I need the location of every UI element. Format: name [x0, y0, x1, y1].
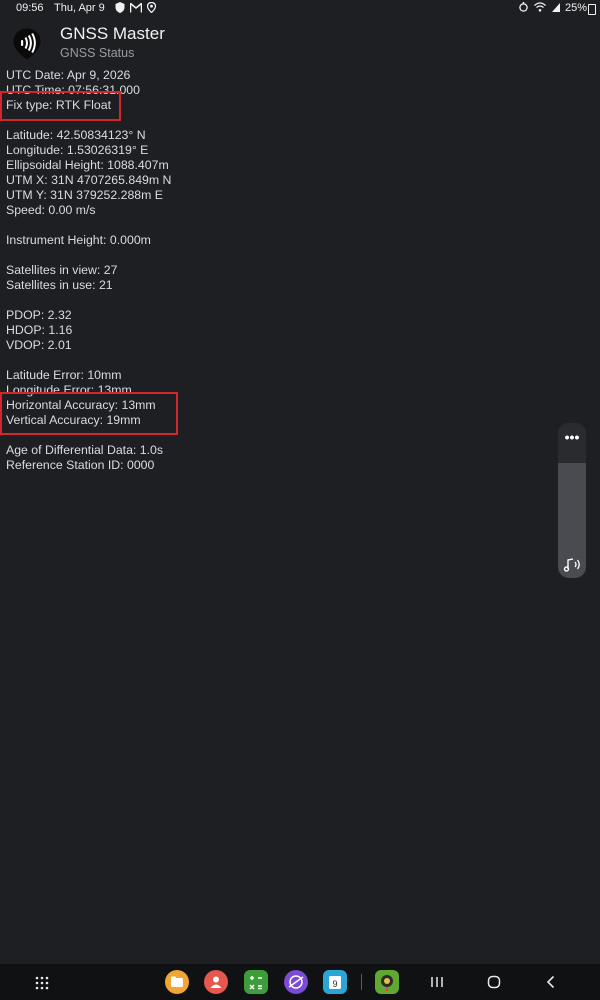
longitude: Longitude: 1.53026319° E	[6, 143, 149, 157]
edge-panel-menu[interactable]: •••	[558, 423, 586, 463]
dock-divider	[361, 974, 362, 990]
contacts-app-icon[interactable]	[204, 970, 228, 994]
edge-panel[interactable]: •••	[558, 423, 586, 578]
home-icon[interactable]	[484, 972, 504, 992]
location-icon	[146, 1, 157, 14]
signal-icon	[552, 3, 560, 12]
latitude-error: Latitude Error: 10mm	[6, 368, 122, 382]
gnss-master-app-icon[interactable]	[375, 970, 399, 994]
calendar-app-icon[interactable]: 9	[323, 970, 347, 994]
apps-grid-icon[interactable]	[35, 976, 49, 990]
status-bar: 09:56 Thu, Apr 9 25%	[0, 0, 600, 18]
utm-y: UTM Y: 31N 379252.288m E	[6, 188, 163, 202]
battery-percentage: 25%	[564, 2, 587, 14]
recent-apps-icon[interactable]	[427, 972, 447, 992]
vdop: VDOP: 2.01	[6, 338, 72, 352]
calendar-day: 9	[332, 979, 337, 989]
latitude: Latitude: 42.50834123° N	[6, 128, 146, 142]
alarm-icon	[519, 2, 529, 12]
pdop: PDOP: 2.32	[6, 308, 72, 322]
status-date: Thu, Apr 9	[54, 2, 105, 14]
sound-assistant-icon[interactable]	[562, 554, 582, 574]
ellipsoidal-height: Ellipsoidal Height: 1088.407m	[6, 158, 169, 172]
app-title: GNSS Master	[60, 24, 165, 43]
utc-date: UTC Date: Apr 9, 2026	[6, 68, 131, 82]
internet-app-icon[interactable]	[284, 970, 308, 994]
my-files-app-icon[interactable]	[165, 970, 189, 994]
screen: 09:56 Thu, Apr 9 25% GNSS Master GNSS St…	[0, 0, 600, 1000]
age-of-differential-data: Age of Differential Data: 1.0s	[6, 443, 163, 457]
speed: Speed: 0.00 m/s	[6, 203, 96, 217]
calculator-app-icon[interactable]	[244, 970, 268, 994]
hdop: HDOP: 1.16	[6, 323, 73, 337]
app-subtitle: GNSS Status	[60, 46, 135, 60]
status-right-icons	[519, 2, 560, 14]
satellites-in-use: Satellites in use: 21	[6, 278, 113, 292]
utm-x: UTM X: 31N 4707265.849m N	[6, 173, 172, 187]
wifi-icon	[534, 2, 547, 12]
accuracy-highlight	[0, 392, 178, 435]
status-time: 09:56	[16, 2, 44, 14]
gnss-pin-icon	[12, 27, 42, 61]
mail-icon	[129, 1, 143, 13]
instrument-height: Instrument Height: 0.000m	[6, 233, 151, 247]
shield-icon	[115, 2, 125, 13]
more-icon[interactable]: •••	[558, 429, 586, 445]
reference-station-id: Reference Station ID: 0000	[6, 458, 155, 472]
fix-type-highlight	[0, 91, 121, 121]
satellites-in-view: Satellites in view: 27	[6, 263, 118, 277]
navigation-bar: 9	[0, 964, 600, 1000]
battery-icon	[588, 4, 596, 15]
status-left-icons	[115, 1, 157, 15]
back-icon[interactable]	[541, 972, 561, 992]
